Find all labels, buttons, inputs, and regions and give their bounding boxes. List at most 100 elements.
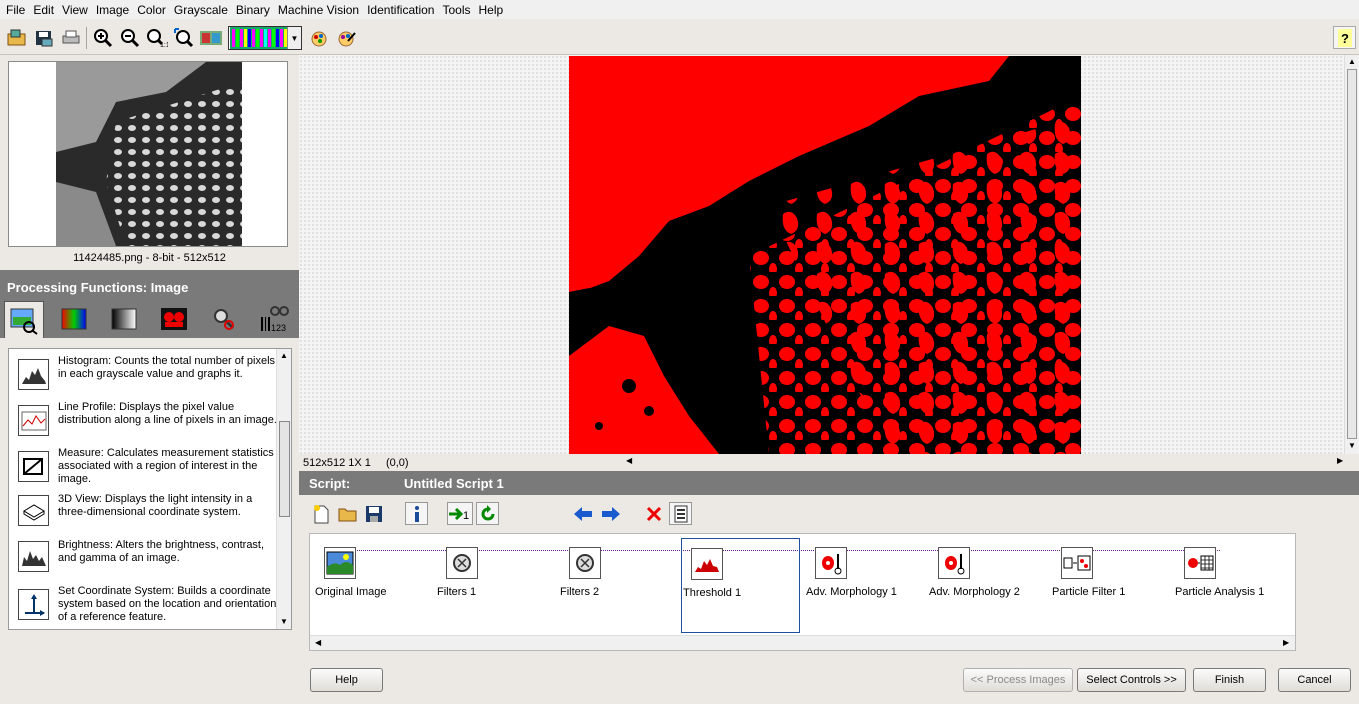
zoom-fit-icon[interactable] [172,26,195,49]
threshold-icon [691,548,723,580]
tab-identification-icon[interactable]: 123 [254,301,294,337]
tab-machine-vision-icon[interactable] [204,301,244,337]
function-measure[interactable]: Measure: Calculates measurement statisti… [17,447,277,491]
function-set-coordinate-system[interactable]: Set Coordinate System: Builds a coordina… [17,585,277,629]
step-adv-morphology-1[interactable]: Adv. Morphology 1 [806,542,924,632]
scroll-up-icon[interactable]: ▲ [280,351,288,360]
threshold-image[interactable] [569,56,1081,454]
menu-view[interactable]: View [60,3,94,17]
menu-tools[interactable]: Tools [440,3,476,17]
step-particle-analysis-1[interactable]: Particle Analysis 1 [1175,542,1293,632]
svg-text:?: ? [1341,31,1349,46]
tab-image-icon[interactable] [4,301,44,338]
step-label: Threshold 1 [683,587,742,599]
script-properties-icon[interactable] [669,502,692,525]
line-profile-icon [18,405,49,436]
function-histogram[interactable]: Histogram: Counts the total number of pi… [17,355,277,399]
move-step-left-icon[interactable] [571,502,594,525]
image-vertical-scrollbar[interactable]: ▲ ▼ [1344,55,1358,454]
menu-file[interactable]: File [4,3,31,17]
run-once-icon[interactable]: 1 [447,502,473,525]
delete-step-icon[interactable] [642,502,665,525]
function-histogram-text: Histogram: Counts the total number of pi… [58,355,276,380]
process-images-button[interactable]: << Process Images [963,668,1073,692]
function-list-scrollbar[interactable]: ▲ ▼ [276,349,291,629]
image-scroll-down-icon[interactable]: ▼ [1348,441,1356,450]
script-header: Script: Untitled Script 1 [299,471,1359,495]
menu-identification[interactable]: Identification [365,3,440,17]
image-scroll-right-icon[interactable]: ▶ [1337,456,1343,465]
step-original-image[interactable]: Original Image [314,542,432,632]
function-set-coordinate-system-text: Set Coordinate System: Builds a coordina… [58,585,277,623]
menu-color[interactable]: Color [135,3,172,17]
step-adv-morphology-2[interactable]: Adv. Morphology 2 [929,542,1047,632]
thresholded-particles [569,56,1081,454]
cancel-button[interactable]: Cancel [1278,668,1351,692]
script-name: Untitled Script 1 [404,476,504,491]
processing-functions-title: Processing Functions: Image [0,270,299,297]
palette-swatch-icon [230,27,288,49]
help-button[interactable]: Help [310,668,383,692]
function-line-profile-text: Line Profile: Displays the pixel value d… [58,401,277,426]
step-label: Adv. Morphology 2 [929,586,1020,598]
save-script-icon[interactable] [362,502,385,525]
zoom-out-icon[interactable] [118,26,141,49]
save-image-icon[interactable] [32,26,55,49]
step-filters-1[interactable]: Filters 1 [437,542,555,632]
image-vscroll-thumb[interactable] [1347,69,1357,439]
print-icon[interactable] [59,26,82,49]
move-step-right-icon[interactable] [599,502,622,525]
function-list: Histogram: Counts the total number of pi… [8,348,292,630]
menu-binary[interactable]: Binary [234,3,276,17]
zoom-1to1-icon[interactable]: 1:1 [145,26,168,49]
finish-button[interactable]: Finish [1193,668,1266,692]
step-filters-2[interactable]: Filters 2 [560,542,678,632]
brightness-icon [18,541,49,572]
steps-horizontal-scrollbar[interactable]: ◀ ▶ [310,635,1295,650]
scroll-down-icon[interactable]: ▼ [280,617,288,626]
tab-binary-icon[interactable] [154,301,194,337]
open-image-icon[interactable] [5,26,28,49]
svg-text:1: 1 [463,510,469,522]
step-label: Filters 1 [437,586,477,598]
new-script-icon[interactable] [309,502,332,525]
menu-machine-vision[interactable]: Machine Vision [276,3,365,17]
image-scroll-left-icon[interactable]: ◀ [626,456,632,465]
palette-edit-icon[interactable] [307,26,330,49]
color-view-icon[interactable] [199,26,222,49]
tab-color-icon[interactable] [54,301,94,337]
zoom-in-icon[interactable] [91,26,114,49]
particle-filter-icon [1061,547,1093,579]
3d-view-icon [18,495,49,526]
menu-help[interactable]: Help [477,3,510,17]
script-info-icon[interactable] [405,502,428,525]
function-brightness[interactable]: Brightness: Alters the brightness, contr… [17,539,277,583]
image-scroll-up-icon[interactable]: ▲ [1348,57,1356,66]
menu-image[interactable]: Image [94,3,135,17]
select-controls-button[interactable]: Select Controls >> [1077,668,1186,692]
menu-edit[interactable]: Edit [31,3,60,17]
function-3d-view[interactable]: 3D View: Displays the light intensity in… [17,493,277,537]
step-label: Particle Analysis 1 [1175,586,1265,598]
chevron-down-icon[interactable]: ▼ [287,27,301,49]
step-particle-filter-1[interactable]: Particle Filter 1 [1052,542,1170,632]
image-status-bar: 512x512 1X 1 (0,0) ◀ ▶ [299,454,1359,471]
processing-tabs: 123 [0,297,299,338]
original-image-icon [324,547,356,579]
image-size-zoom: 512x512 1X 1 [303,457,371,469]
palette-dropdown[interactable]: ▼ [228,26,302,50]
function-line-profile[interactable]: Line Profile: Displays the pixel value d… [17,401,277,445]
help-context-icon[interactable]: ? [1333,26,1356,49]
function-list-scroll-thumb[interactable] [279,421,290,517]
run-loop-icon[interactable] [476,502,499,525]
steps-scroll-right-icon[interactable]: ▶ [1283,638,1289,647]
cursor-coords: (0,0) [385,457,409,469]
image-thumbnail[interactable] [56,62,242,246]
menu-grayscale[interactable]: Grayscale [172,3,234,17]
open-script-icon[interactable] [336,502,359,525]
coordinate-system-icon [18,589,49,620]
steps-scroll-left-icon[interactable]: ◀ [315,638,321,647]
palette-custom-icon[interactable] [334,26,357,49]
step-threshold-1-selected[interactable]: Threshold 1 [681,538,800,633]
tab-grayscale-icon[interactable] [104,301,144,337]
